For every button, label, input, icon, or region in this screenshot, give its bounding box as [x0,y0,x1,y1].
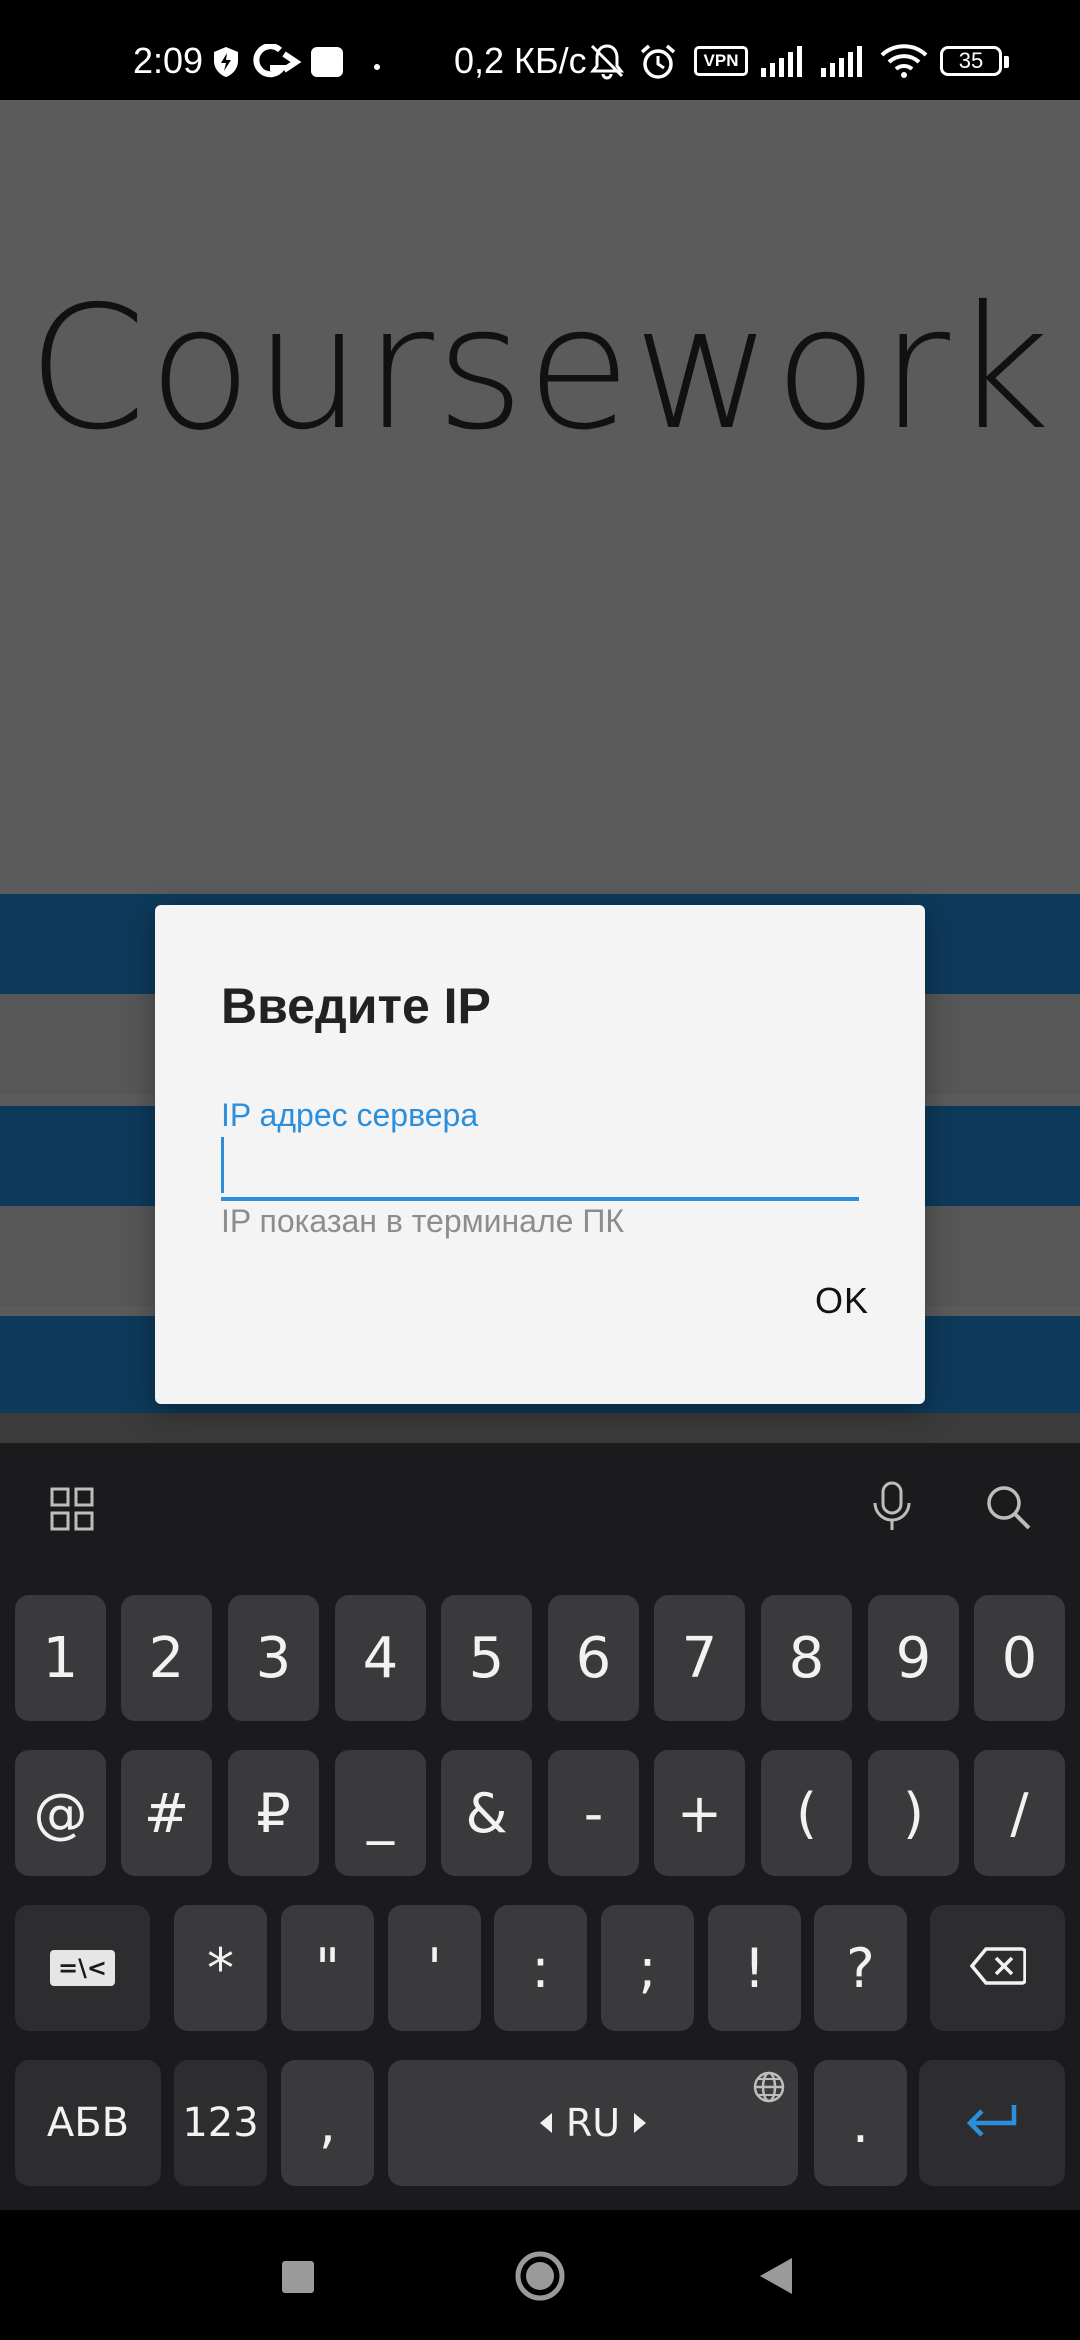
key-minus[interactable]: - [548,1750,639,1876]
soft-keyboard: 1 2 3 4 5 6 7 8 9 0 @ # ₽ _ & - + ( ) / … [0,1443,1080,2210]
key-exclamation[interactable]: ! [708,1905,801,2031]
spacebar-language: RU [539,2101,647,2145]
back-icon[interactable] [758,2256,794,2301]
key-1[interactable]: 1 [15,1595,106,1721]
search-icon[interactable] [984,1483,1032,1536]
key-plus[interactable]: + [654,1750,745,1876]
key-7[interactable]: 7 [654,1595,745,1721]
recents-icon[interactable] [281,2260,315,2299]
backspace-key[interactable] [930,1905,1065,2031]
key-at[interactable]: @ [15,1750,106,1876]
signal-icon [760,44,808,83]
key-question[interactable]: ? [814,1905,907,2031]
keyboard-toolbar [0,1443,1080,1573]
key-5[interactable]: 5 [441,1595,532,1721]
home-icon[interactable] [514,2250,566,2307]
app-g-icon [250,43,302,85]
ip-address-input[interactable] [221,1137,859,1201]
wifi-icon [880,44,928,83]
dot-icon [373,58,381,76]
key-ruble[interactable]: ₽ [228,1750,319,1876]
spacebar-key[interactable]: RU [388,2060,798,2186]
ip-field-helper: IP показан в терминале ПК [221,1203,624,1239]
key-0[interactable]: 0 [974,1595,1065,1721]
vpn-icon: VPN [694,46,748,76]
key-comma[interactable]: , [281,2060,374,2186]
key-3[interactable]: 3 [228,1595,319,1721]
square-app-icon [310,46,344,83]
key-4[interactable]: 4 [335,1595,426,1721]
arrow-left-icon [539,2113,552,2133]
key-8[interactable]: 8 [761,1595,852,1721]
key-6[interactable]: 6 [548,1595,639,1721]
switch-symbols-key[interactable]: =\< [15,1905,150,2031]
numeric-layout-key[interactable]: 123 [174,2060,267,2186]
ip-field-label: IP адрес сервера [221,1097,479,1133]
ip-dialog: Введите IP IP адрес сервера IP показан в… [155,905,925,1404]
key-paren-open[interactable]: ( [761,1750,852,1876]
text-cursor [221,1137,224,1193]
key-2[interactable]: 2 [121,1595,212,1721]
status-time: 2:09 [133,40,204,81]
switch-symbols-icon: =\< [50,1950,115,1986]
status-bar: 2:09 0,2 КБ/с VPN 35 [0,0,1080,100]
abc-layout-key[interactable]: АБВ [15,2060,161,2186]
key-asterisk[interactable]: * [174,1905,267,2031]
arrow-right-icon [634,2113,647,2133]
ok-button[interactable]: OK [815,1280,869,1322]
enter-key[interactable] [919,2060,1065,2186]
key-period[interactable]: . [814,2060,907,2186]
enter-icon [964,2101,1020,2145]
network-speed: 0,2 КБ/с [454,40,587,81]
alarm-icon [638,42,678,87]
app-title: Coursework [27,270,1053,468]
battery-icon: 35 [940,46,1009,76]
scrim-divider [0,1413,1080,1443]
key-single-quote[interactable]: ' [388,1905,481,2031]
key-semicolon[interactable]: ; [601,1905,694,2031]
key-hash[interactable]: # [121,1750,212,1876]
backspace-icon [969,1947,1027,1989]
spacebar-label: RU [565,2101,621,2145]
dialog-title: Введите IP [221,978,491,1034]
key-double-quote[interactable]: " [281,1905,374,2031]
key-underscore[interactable]: _ [335,1750,426,1876]
navigation-bar [0,2210,1080,2340]
mute-bell-icon [588,42,626,85]
signal-icon-2 [820,44,868,83]
key-ampersand[interactable]: & [441,1750,532,1876]
shield-icon [212,46,240,83]
globe-icon [752,2070,786,2108]
microphone-icon[interactable] [870,1481,914,1538]
key-9[interactable]: 9 [868,1595,959,1721]
grid-icon[interactable] [50,1487,94,1536]
key-colon[interactable]: : [494,1905,587,2031]
key-slash[interactable]: / [974,1750,1065,1876]
key-paren-close[interactable]: ) [868,1750,959,1876]
